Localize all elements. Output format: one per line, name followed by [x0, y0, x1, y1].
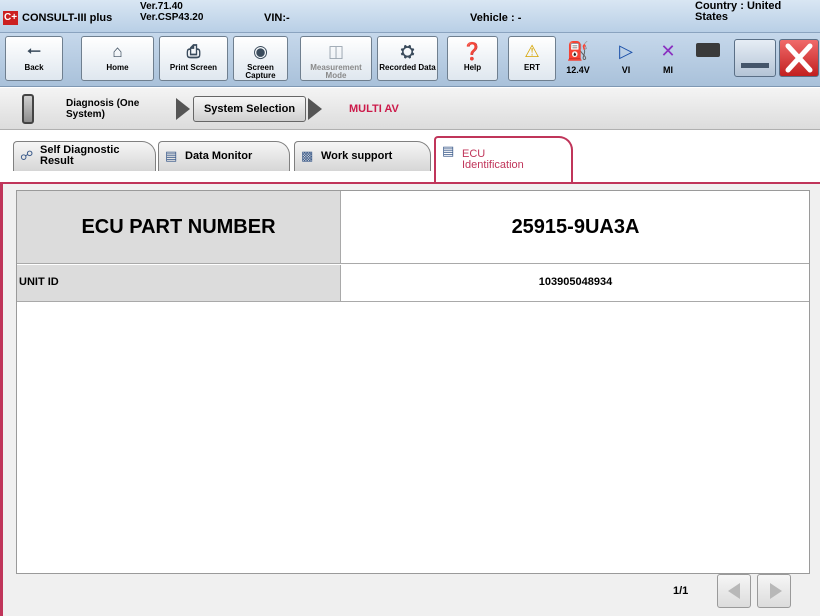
screen-capture-button[interactable]: ◉ Screen Capture [233, 36, 288, 81]
close-button[interactable] [779, 39, 819, 77]
help-button[interactable]: ❓ Help [447, 36, 498, 81]
version-line-2: Ver.CSP43.20 [140, 12, 204, 23]
work-support-icon: ▩ [301, 148, 314, 163]
ecu-part-number-label: ECU PART NUMBER [17, 191, 341, 263]
ecu-icon: ▤ [442, 143, 455, 158]
consult-logo-icon: C+ [3, 11, 18, 25]
ecu-part-number-row: ECU PART NUMBER 25915-9UA3A [17, 191, 809, 264]
version-info: Ver.71.40 Ver.CSP43.20 [140, 1, 203, 23]
help-icon: ❓ [461, 42, 484, 61]
recorded-data-button[interactable]: ⛭ Recorded Data [377, 36, 438, 81]
vi-status: ▷ VI [608, 37, 644, 81]
breadcrumb-arrow-icon [308, 98, 322, 120]
printer-icon: ⎙ [186, 42, 201, 61]
breadcrumb-diagnosis[interactable]: Diagnosis (One System) [66, 98, 166, 120]
mi-status: ✕ MI [650, 37, 686, 81]
measurement-mode-button[interactable]: ◫ Measurement Mode [300, 36, 372, 81]
car-battery-icon: ⛽ [566, 41, 590, 61]
vehicle-label: Vehicle : - [470, 12, 522, 24]
unit-id-value: 103905048934 [342, 265, 809, 301]
tab-work-support[interactable]: ▩ Work support [294, 141, 431, 171]
chevron-left-icon [728, 583, 740, 599]
tab-bar: ☍ Self Diagnostic Result ▤ Data Monitor … [0, 131, 820, 183]
unit-id-row: UNIT ID 103905048934 [17, 265, 809, 302]
ecu-info-table: ECU PART NUMBER 25915-9UA3A UNIT ID 1039… [16, 190, 810, 574]
minimize-button[interactable] [734, 39, 776, 77]
tab-self-diagnostic-result[interactable]: ☍ Self Diagnostic Result [13, 141, 156, 171]
country-label: Country : United States [695, 0, 782, 23]
title-bar: C+ CONSULT-III plus Ver.71.40 Ver.CSP43.… [0, 0, 820, 33]
app-name: CONSULT-III plus [22, 12, 113, 24]
recorded-data-icon: ⛭ [400, 42, 415, 61]
minimize-icon [741, 63, 769, 68]
toolbar: 🠀 Back ⌂ Home ⎙ Print Screen ◉ Screen Ca… [0, 33, 820, 87]
print-screen-button[interactable]: ⎙ Print Screen [159, 36, 228, 81]
battery-icon [696, 43, 720, 57]
measurement-icon: ◫ [327, 42, 345, 61]
breadcrumb-arrow-icon [176, 98, 190, 120]
battery-status: ⛽ 12.4V [560, 37, 596, 81]
camera-icon: ◉ [253, 42, 268, 61]
version-line-1: Ver.71.40 [140, 1, 183, 12]
vin-label: VIN:- [264, 12, 290, 24]
ert-button[interactable]: ⚠ ERT [508, 36, 556, 81]
monitor-icon: ▤ [165, 148, 178, 163]
unit-id-label: UNIT ID [17, 265, 341, 301]
breadcrumb-system-selection[interactable]: System Selection [193, 96, 306, 122]
next-page-button[interactable] [757, 574, 791, 608]
page-indicator: 1/1 [673, 585, 689, 597]
ecu-part-number-value: 25915-9UA3A [342, 191, 809, 263]
tab-ecu-identification[interactable]: ▤ ECU Identification [434, 136, 573, 183]
back-arrow-icon: 🠀 [27, 42, 41, 61]
close-icon [785, 43, 813, 73]
warning-icon: ⚠ [524, 42, 540, 61]
diagnostic-icon: ☍ [20, 148, 34, 163]
device-icon [22, 94, 34, 124]
vi-signal-icon: ▷ [619, 41, 633, 61]
mi-x-icon: ✕ [660, 41, 676, 61]
breadcrumb-multi-av: MULTI AV [349, 103, 399, 115]
home-button[interactable]: ⌂ Home [81, 36, 154, 81]
back-button[interactable]: 🠀 Back [5, 36, 63, 81]
chevron-right-icon [770, 583, 782, 599]
breadcrumb: Diagnosis (One System) System Selection … [0, 88, 820, 130]
home-icon: ⌂ [112, 42, 123, 61]
tab-data-monitor[interactable]: ▤ Data Monitor [158, 141, 290, 171]
ecu-identification-panel: ECU PART NUMBER 25915-9UA3A UNIT ID 1039… [0, 182, 820, 616]
previous-page-button[interactable] [717, 574, 751, 608]
